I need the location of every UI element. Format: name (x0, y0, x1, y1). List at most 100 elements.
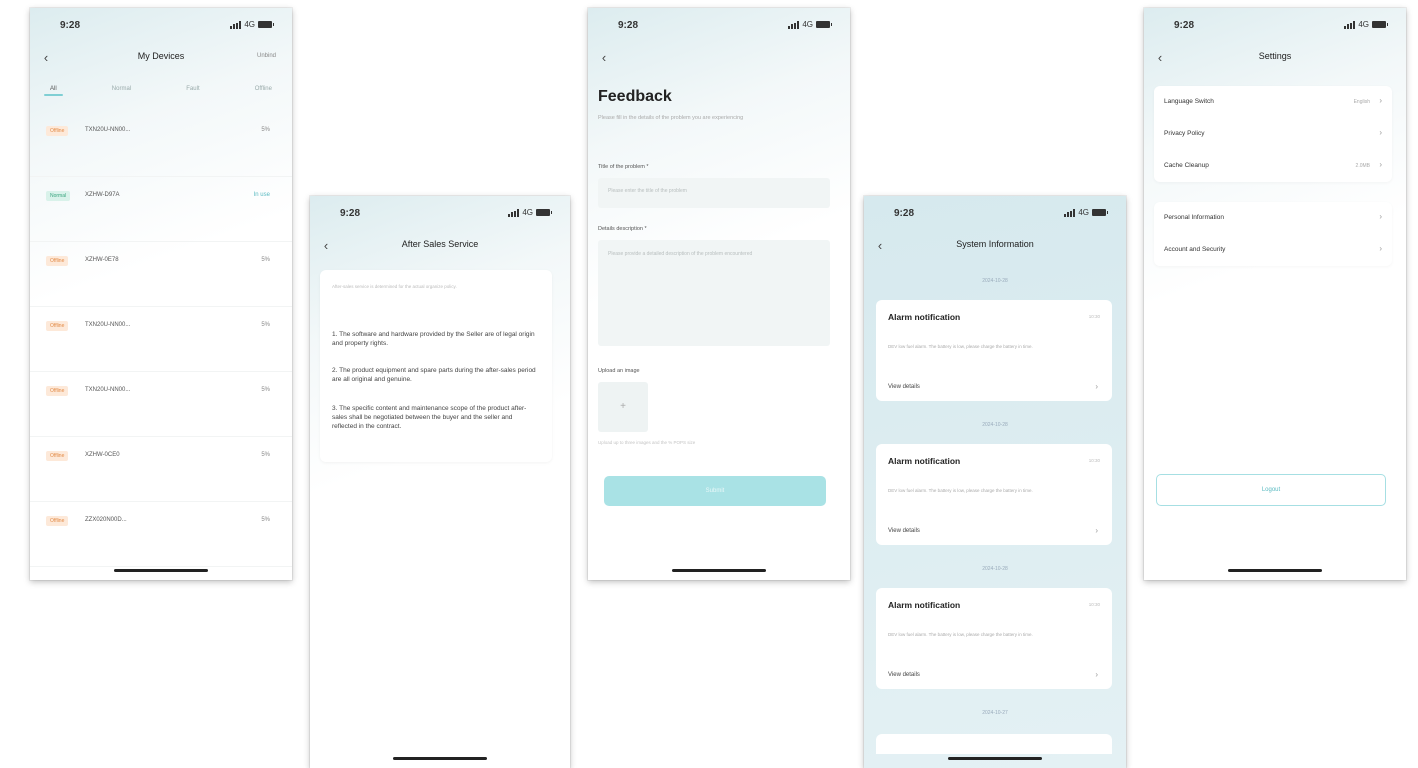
settings-screen: 9:28 4G ‹ Settings Language Switch Engli… (1144, 8, 1406, 580)
device-name: XZHW-0CE0 (85, 452, 120, 458)
service-paragraph: 2. The product equipment and spare parts… (332, 367, 536, 383)
signal-icon (508, 208, 520, 217)
network-label: 4G (244, 20, 255, 29)
battery-icon (1372, 21, 1388, 28)
device-row[interactable]: Normal XZHW-D97A In use (30, 177, 292, 242)
service-terms-card: After-sales service is determined for th… (320, 270, 552, 462)
nav-bar: ‹ Settings (1144, 48, 1406, 70)
upload-image-button[interactable]: + (598, 382, 648, 432)
network-label: 4G (1358, 20, 1369, 29)
device-list: Offline TXN20U-NN00... 5% Normal XZHW-D9… (30, 112, 292, 567)
setting-label: Cache Cleanup (1164, 162, 1209, 169)
back-chevron-icon[interactable]: ‹ (1152, 48, 1168, 68)
home-indicator (672, 569, 766, 572)
device-filter-tabs: All Normal Fault Offline (42, 86, 280, 96)
device-value: 5% (261, 257, 270, 263)
description-textarea[interactable]: Please provide a detailed description of… (598, 240, 830, 346)
chevron-right-icon: › (1095, 382, 1098, 391)
chevron-right-icon: › (1095, 670, 1098, 679)
page-title: My Devices (137, 51, 185, 61)
device-row[interactable]: Offline XZHW-0E78 5% (30, 242, 292, 307)
page-title: Settings (1258, 51, 1292, 61)
back-chevron-icon[interactable]: ‹ (318, 236, 334, 256)
upload-label: Upload an image (598, 368, 640, 374)
status-badge: Normal (46, 191, 71, 201)
setting-row-account-security[interactable]: Account and Security › (1154, 234, 1392, 266)
my-devices-screen: 9:28 4G ‹ My Devices Unbind All Normal F… (30, 8, 292, 580)
date-label: 2024-10-28 (982, 422, 1008, 428)
problem-title-input[interactable]: Please enter the title of the problem (598, 178, 830, 208)
device-name: ZZX020N00D... (85, 517, 127, 523)
notification-title: Alarm notification (888, 600, 961, 610)
home-indicator (1228, 569, 1322, 572)
notification-title: Alarm notification (888, 312, 961, 322)
notification-message: DEV low fuel alarm. The battery is low, … (888, 488, 1033, 493)
tab-offline[interactable]: Offline (247, 86, 280, 96)
chevron-right-icon: › (1379, 128, 1382, 137)
network-label: 4G (1078, 208, 1089, 217)
signal-icon (788, 20, 800, 29)
tab-normal[interactable]: Normal (104, 86, 139, 96)
notification-card[interactable] (876, 734, 1112, 754)
setting-value: 2.0MB (1355, 163, 1370, 169)
device-row[interactable]: Offline TXN20U-NN00... 5% (30, 372, 292, 437)
nav-bar: ‹ (588, 48, 850, 70)
status-badge: Offline (46, 321, 69, 331)
notification-card[interactable]: Alarm notification 10:30 DEV low fuel al… (876, 444, 1112, 545)
unbind-button[interactable]: Unbind (257, 53, 276, 59)
chevron-right-icon: › (1379, 96, 1382, 105)
page-title: After Sales Service (401, 239, 479, 249)
date-label: 2024-10-28 (982, 278, 1008, 284)
setting-row-cache[interactable]: Cache Cleanup 2.0MB › (1154, 150, 1392, 182)
submit-button[interactable]: Submit (604, 476, 826, 506)
notification-card[interactable]: Alarm notification 10:30 DEV low fuel al… (876, 588, 1112, 689)
setting-label: Personal Information (1164, 214, 1224, 221)
logout-button[interactable]: Logout (1156, 474, 1386, 506)
notification-card[interactable]: Alarm notification 10:30 DEV low fuel al… (876, 300, 1112, 401)
battery-icon (1092, 209, 1108, 216)
page-subtitle: Please fill in the details of the proble… (598, 115, 744, 121)
back-chevron-icon[interactable]: ‹ (38, 48, 54, 68)
home-indicator (114, 569, 208, 572)
device-name: TXN20U-NN00... (85, 127, 131, 133)
signal-icon (1064, 208, 1076, 217)
device-row[interactable]: Offline XZHW-0CE0 5% (30, 437, 292, 502)
setting-value: English (1353, 99, 1370, 105)
status-badge: Offline (46, 451, 69, 461)
upload-hint: Upload up to three images and the % POPS… (598, 440, 696, 445)
setting-label: Language Switch (1164, 98, 1214, 105)
tab-all[interactable]: All (42, 86, 65, 96)
battery-icon (536, 209, 552, 216)
chevron-right-icon: › (1379, 160, 1382, 169)
description-label: Details description * (598, 226, 647, 232)
status-bar: 9:28 4G (310, 208, 570, 222)
service-intro: After-sales service is determined for th… (332, 284, 457, 289)
status-badge: Offline (46, 386, 69, 396)
setting-label: Privacy Policy (1164, 130, 1205, 137)
status-badge: Offline (46, 256, 69, 266)
device-value: 5% (261, 387, 270, 393)
device-row[interactable]: Offline TXN20U-NN00... 5% (30, 307, 292, 372)
signal-icon (230, 20, 242, 29)
status-time: 9:28 (60, 20, 81, 31)
setting-row-personal-info[interactable]: Personal Information › (1154, 202, 1392, 234)
back-chevron-icon[interactable]: ‹ (596, 48, 612, 68)
status-badge: Offline (46, 516, 69, 526)
problem-title-label: Title of the problem * (598, 164, 649, 170)
device-value: 5% (261, 127, 270, 133)
setting-row-privacy[interactable]: Privacy Policy › (1154, 118, 1392, 150)
battery-icon (816, 21, 832, 28)
status-bar: 9:28 4G (588, 20, 850, 34)
device-row[interactable]: Offline TXN20U-NN00... 5% (30, 112, 292, 177)
chevron-right-icon: › (1095, 526, 1098, 535)
back-chevron-icon[interactable]: ‹ (872, 236, 888, 256)
device-row[interactable]: Offline ZZX020N00D... 5% (30, 502, 292, 567)
view-details-link[interactable]: View details (888, 528, 920, 534)
view-details-link[interactable]: View details (888, 672, 920, 678)
view-details-link[interactable]: View details (888, 384, 920, 390)
device-value: In use (253, 192, 270, 198)
tab-fault[interactable]: Fault (178, 86, 207, 96)
setting-row-language[interactable]: Language Switch English › (1154, 86, 1392, 118)
home-indicator (393, 757, 487, 760)
settings-group-general: Language Switch English › Privacy Policy… (1154, 86, 1392, 182)
